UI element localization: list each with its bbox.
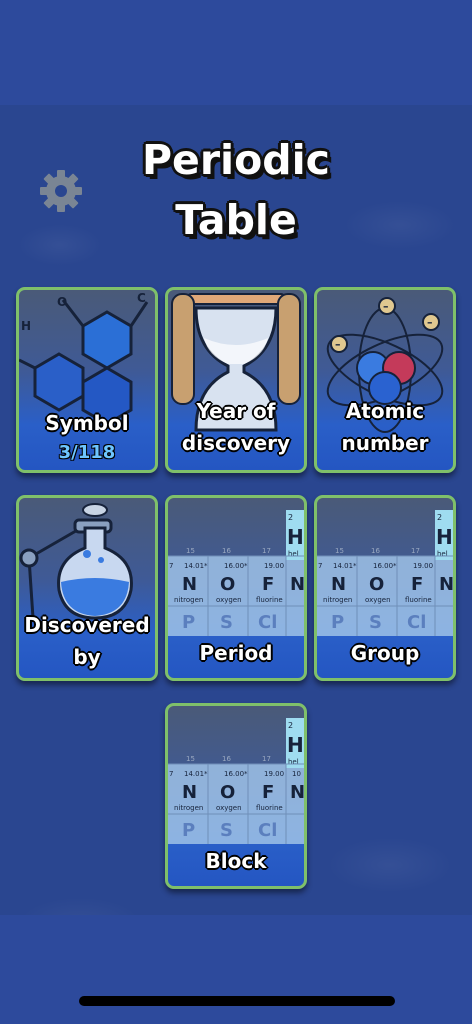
- atomic-label-line2: number: [341, 431, 429, 455]
- svg-text:N: N: [290, 574, 304, 595]
- svg-text:oxygen: oxygen: [216, 804, 242, 812]
- gear-icon[interactable]: [38, 168, 84, 214]
- svg-text:–: –: [427, 316, 433, 329]
- svg-text:nitrogen: nitrogen: [174, 596, 203, 604]
- period-card[interactable]: 2 H hel 15 16 17 7 14.01* 16.00* 19.00 N…: [165, 495, 307, 681]
- svg-text:14.01*: 14.01*: [184, 770, 208, 778]
- atomic-number-card[interactable]: – – – Atomic number: [314, 287, 456, 473]
- svg-text:C: C: [137, 291, 146, 305]
- group-label: Group: [350, 641, 420, 665]
- svg-text:oxygen: oxygen: [365, 596, 391, 604]
- svg-text:H: H: [436, 525, 453, 549]
- svg-text:19.00: 19.00: [413, 562, 433, 570]
- discovered-by-card[interactable]: Discovered by: [16, 495, 158, 681]
- svg-text:O: O: [220, 574, 235, 595]
- block-label: Block: [205, 849, 267, 873]
- svg-text:7: 7: [169, 770, 173, 778]
- svg-text:Cl: Cl: [407, 612, 426, 633]
- svg-text:19.00: 19.00: [264, 770, 284, 778]
- svg-text:F: F: [262, 574, 274, 595]
- svg-text:hel: hel: [288, 758, 299, 766]
- svg-text:N: N: [182, 574, 197, 595]
- svg-text:O: O: [369, 574, 384, 595]
- year-label-line1: Year of: [196, 399, 276, 423]
- svg-text:17: 17: [262, 755, 271, 763]
- svg-text:oxygen: oxygen: [216, 596, 242, 604]
- svg-text:16: 16: [371, 547, 380, 555]
- atomic-label-line1: Atomic: [345, 399, 425, 423]
- svg-text:S: S: [220, 612, 233, 633]
- year-of-discovery-card[interactable]: Year of discovery: [165, 287, 307, 473]
- symbol-progress: 3/118: [58, 442, 116, 463]
- svg-text:16: 16: [222, 755, 231, 763]
- svg-text:16.00*: 16.00*: [224, 770, 248, 778]
- svg-text:fluorine: fluorine: [256, 804, 283, 812]
- svg-text:S: S: [220, 820, 233, 841]
- period-label: Period: [199, 641, 273, 665]
- svg-text:Cl: Cl: [258, 612, 277, 633]
- svg-text:N: N: [290, 782, 304, 803]
- discovered-label-line1: Discovered: [24, 613, 150, 637]
- svg-text:H: H: [287, 733, 304, 757]
- svg-text:fluorine: fluorine: [256, 596, 283, 604]
- svg-text:7: 7: [318, 562, 322, 570]
- svg-text:hel: hel: [437, 550, 448, 558]
- svg-text:Cl: Cl: [258, 820, 277, 841]
- year-label-line2: discovery: [181, 431, 291, 455]
- svg-text:2: 2: [437, 513, 442, 522]
- svg-text:2: 2: [288, 721, 293, 730]
- svg-text:fluorine: fluorine: [405, 596, 432, 604]
- svg-text:2: 2: [288, 513, 293, 522]
- svg-text:17: 17: [411, 547, 420, 555]
- svg-text:17: 17: [262, 547, 271, 555]
- block-card[interactable]: 2 H hel 15 16 17 7 14.01* 16.00* 19.00 1…: [165, 703, 307, 889]
- home-indicator[interactable]: [79, 996, 395, 1006]
- svg-text:P: P: [182, 612, 195, 633]
- svg-text:F: F: [411, 574, 423, 595]
- svg-text:10: 10: [292, 770, 301, 778]
- svg-text:–: –: [383, 300, 389, 313]
- symbol-card[interactable]: O C H Symbol 3/118: [16, 287, 158, 473]
- svg-text:P: P: [182, 820, 195, 841]
- svg-text:N: N: [331, 574, 346, 595]
- svg-text:N: N: [439, 574, 453, 595]
- svg-text:nitrogen: nitrogen: [174, 804, 203, 812]
- svg-text:S: S: [369, 612, 382, 633]
- svg-text:14.01*: 14.01*: [184, 562, 208, 570]
- svg-text:14.01*: 14.01*: [333, 562, 357, 570]
- svg-text:nitrogen: nitrogen: [323, 596, 352, 604]
- svg-text:P: P: [331, 612, 344, 633]
- svg-text:hel: hel: [288, 550, 299, 558]
- svg-text:16.00*: 16.00*: [224, 562, 248, 570]
- svg-text:H: H: [21, 319, 31, 333]
- symbol-label: Symbol: [45, 411, 129, 435]
- discovered-label-line2: by: [73, 645, 101, 669]
- svg-text:7: 7: [169, 562, 173, 570]
- svg-text:O: O: [220, 782, 235, 803]
- svg-text:16: 16: [222, 547, 231, 555]
- svg-text:15: 15: [186, 547, 195, 555]
- svg-text:H: H: [287, 525, 304, 549]
- group-card[interactable]: 2 H hel 15 16 17 7 14.01* 16.00* 19.00 N…: [314, 495, 456, 681]
- svg-text:–: –: [335, 338, 341, 351]
- svg-text:15: 15: [186, 755, 195, 763]
- svg-text:O: O: [57, 295, 67, 309]
- svg-text:15: 15: [335, 547, 344, 555]
- svg-text:N: N: [182, 782, 197, 803]
- svg-text:19.00: 19.00: [264, 562, 284, 570]
- svg-text:16.00*: 16.00*: [373, 562, 397, 570]
- svg-text:F: F: [262, 782, 274, 803]
